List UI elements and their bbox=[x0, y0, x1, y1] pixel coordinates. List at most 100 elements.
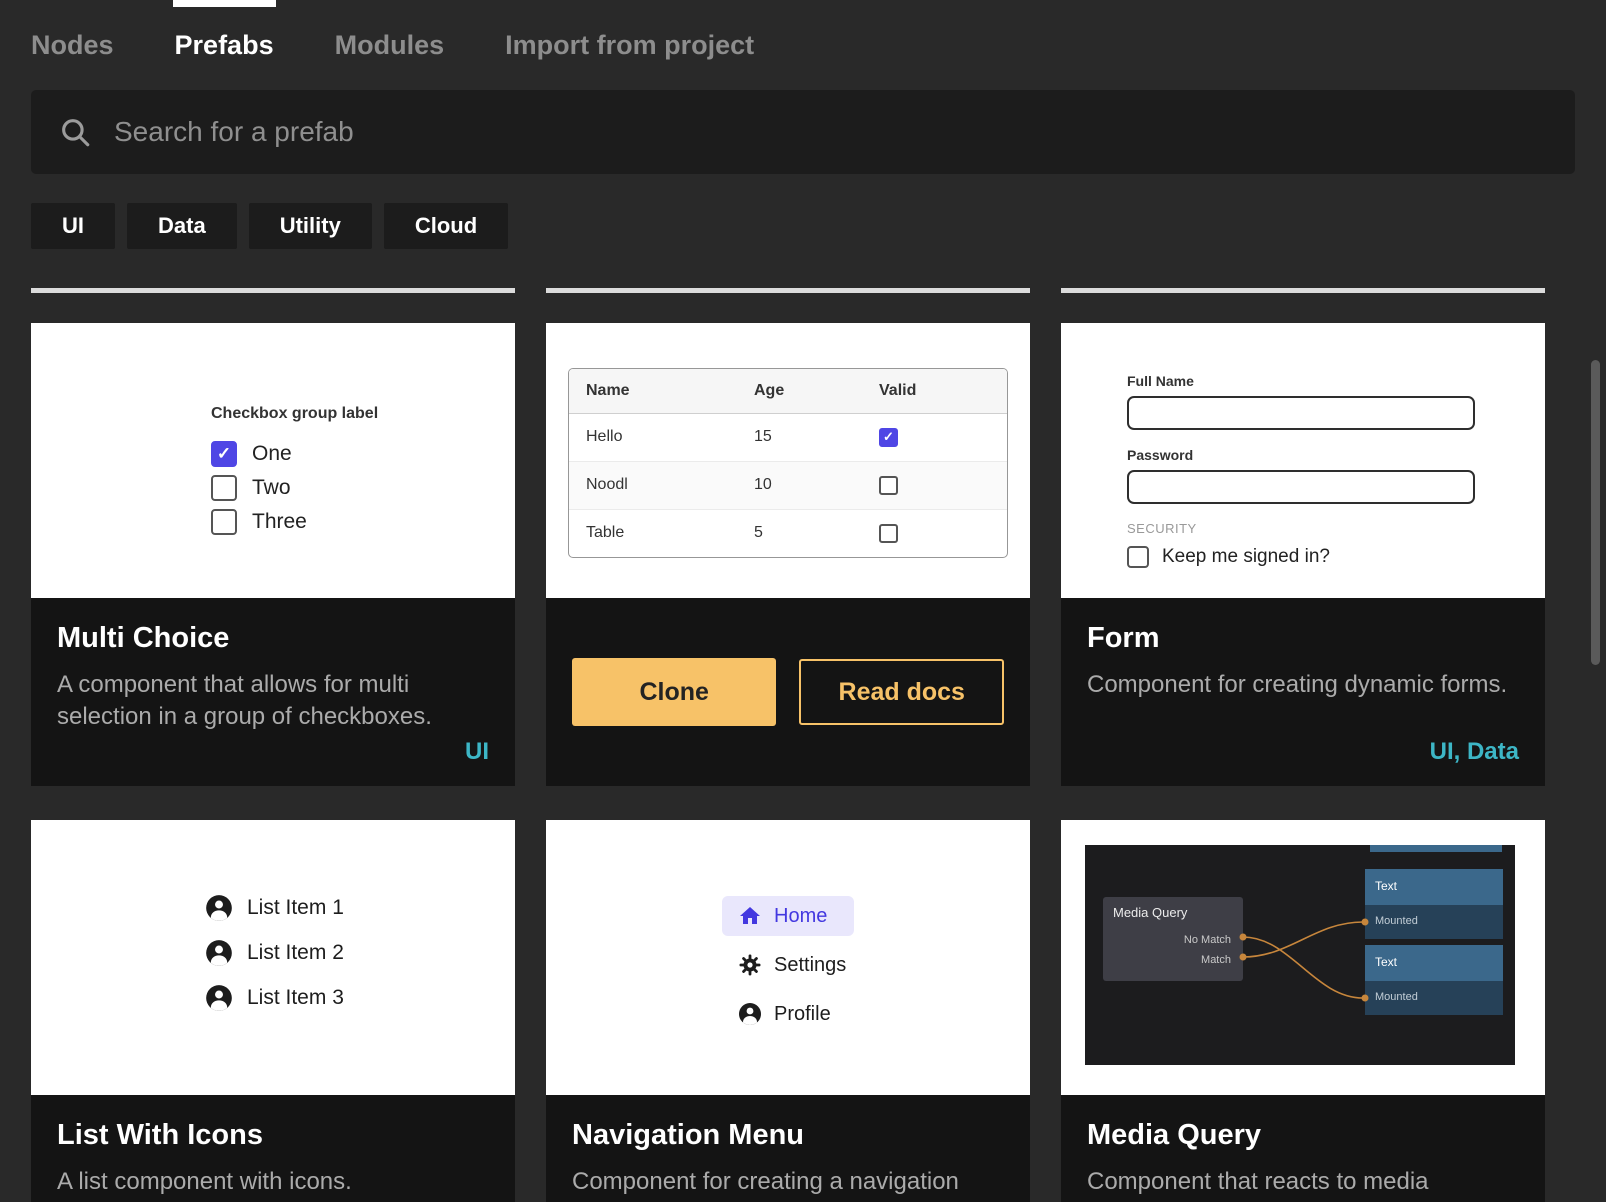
search-bar bbox=[31, 90, 1575, 174]
list-item: List Item 2 bbox=[205, 939, 515, 967]
tab-bar: Nodes Prefabs Modules Import from projec… bbox=[0, 0, 1606, 90]
list-preview: List Item 1 List Item 2 List Item 3 bbox=[31, 820, 515, 1095]
checkbox-option: Two bbox=[211, 471, 515, 505]
checkbox-option: One bbox=[211, 437, 515, 471]
card-caption: Multi Choice A component that allows for… bbox=[31, 598, 515, 786]
list-item-label: List Item 1 bbox=[247, 896, 344, 920]
cell-valid bbox=[862, 461, 1007, 509]
cell-age: 5 bbox=[737, 509, 862, 557]
checkbox-icon bbox=[211, 475, 237, 501]
card-row-1: Checkbox group label One Two Three bbox=[0, 323, 1606, 786]
tab-nodes[interactable]: Nodes bbox=[31, 0, 114, 90]
nav-item-label: Home bbox=[774, 905, 827, 928]
filter-chip-data[interactable]: Data bbox=[127, 203, 237, 249]
search-input[interactable] bbox=[114, 116, 1548, 148]
prefab-card-table[interactable]: Name Age Valid Hello 15 bbox=[546, 323, 1030, 786]
list-item-label: List Item 3 bbox=[247, 986, 344, 1010]
cell-name: Noodl bbox=[569, 461, 737, 509]
node-input-label: Mounted bbox=[1365, 905, 1503, 939]
form-preview: Full Name Password SECURITY Keep me sign… bbox=[1061, 323, 1545, 598]
cell-valid bbox=[862, 509, 1007, 557]
card-caption: Navigation Menu Component for creating a… bbox=[546, 1095, 1030, 1202]
media-query-preview: Media Query No Match Match Text Mounted … bbox=[1061, 820, 1545, 1095]
list-item-label: List Item 2 bbox=[247, 941, 344, 965]
table-row: Hello 15 bbox=[569, 413, 1007, 461]
prefab-card-list-with-icons[interactable]: List Item 1 List Item 2 List Item 3 bbox=[31, 820, 515, 1202]
card-title: Multi Choice bbox=[57, 622, 489, 655]
multi-choice-preview: Checkbox group label One Two Three bbox=[31, 323, 515, 598]
card-tags: UI bbox=[465, 738, 489, 766]
checkbox-icon bbox=[879, 524, 898, 543]
card-title: Form bbox=[1087, 622, 1519, 655]
nav-item-label: Settings bbox=[774, 954, 846, 977]
card-caption: List With Icons A list component with ic… bbox=[31, 1095, 515, 1202]
cell-age: 15 bbox=[737, 413, 862, 461]
filter-chip-utility[interactable]: Utility bbox=[249, 203, 372, 249]
person-icon bbox=[738, 1002, 762, 1026]
card-description: Component for creating dynamic forms. bbox=[1087, 669, 1519, 701]
media-query-node: Media Query No Match Match bbox=[1103, 897, 1243, 981]
cell-name: Hello bbox=[569, 413, 737, 461]
card-tags: UI, Data bbox=[1430, 738, 1519, 766]
output-port-label: Match bbox=[1103, 950, 1243, 970]
list-item: List Item 1 bbox=[205, 894, 515, 922]
filter-chips: UI Data Utility Cloud bbox=[0, 203, 1606, 249]
card-row-2: List Item 1 List Item 2 List Item 3 bbox=[0, 820, 1606, 1202]
prefab-card-multi-choice[interactable]: Checkbox group label One Two Three bbox=[31, 323, 515, 786]
text-node: Text Mounted bbox=[1365, 945, 1503, 1015]
cell-valid bbox=[862, 413, 1007, 461]
field-label: Password bbox=[1127, 447, 1545, 463]
card-hover-actions: Clone Read docs bbox=[546, 598, 1030, 786]
tab-import-from-project[interactable]: Import from project bbox=[505, 0, 754, 90]
tab-modules[interactable]: Modules bbox=[335, 0, 445, 90]
table-header-valid: Valid bbox=[862, 369, 1007, 413]
tab-prefabs[interactable]: Prefabs bbox=[175, 0, 274, 90]
person-icon bbox=[205, 894, 233, 922]
card-edge bbox=[546, 288, 1030, 293]
search-icon bbox=[58, 115, 92, 149]
node-graph-screenshot: Media Query No Match Match Text Mounted … bbox=[1085, 845, 1515, 1065]
output-port-label: No Match bbox=[1103, 930, 1243, 950]
table-header-age: Age bbox=[737, 369, 862, 413]
filter-chip-ui[interactable]: UI bbox=[31, 203, 115, 249]
scrollbar-thumb[interactable] bbox=[1591, 360, 1600, 665]
table-row: Noodl 10 bbox=[569, 461, 1007, 509]
nav-item-settings: Settings bbox=[722, 945, 854, 985]
node-title: Text bbox=[1365, 945, 1503, 981]
cell-name: Table bbox=[569, 509, 737, 557]
filter-chip-cloud[interactable]: Cloud bbox=[384, 203, 508, 249]
card-title: Navigation Menu bbox=[572, 1119, 1004, 1152]
node-input-label: Mounted bbox=[1365, 981, 1503, 1015]
person-icon bbox=[205, 984, 233, 1012]
card-title: List With Icons bbox=[57, 1119, 489, 1152]
nav-item-profile: Profile bbox=[722, 994, 854, 1034]
card-description: A list component with icons. bbox=[57, 1166, 489, 1198]
read-docs-button[interactable]: Read docs bbox=[799, 659, 1004, 725]
checkbox-label: Keep me signed in? bbox=[1162, 546, 1330, 568]
table-header-name: Name bbox=[569, 369, 737, 413]
navigation-preview: Home Settings Profile bbox=[546, 820, 1030, 1095]
node-title: Media Query bbox=[1103, 905, 1243, 920]
keep-signed-in-row: Keep me signed in? bbox=[1127, 546, 1545, 568]
previous-row-edge bbox=[0, 288, 1606, 293]
person-icon bbox=[205, 939, 233, 967]
prefab-card-form[interactable]: Full Name Password SECURITY Keep me sign… bbox=[1061, 323, 1545, 786]
data-table: Name Age Valid Hello 15 bbox=[568, 368, 1008, 558]
nav-item-label: Profile bbox=[774, 1003, 831, 1026]
card-title: Media Query bbox=[1087, 1119, 1519, 1152]
checkbox-icon bbox=[211, 509, 237, 535]
table-row: Table 5 bbox=[569, 509, 1007, 557]
card-edge bbox=[31, 288, 515, 293]
clone-button[interactable]: Clone bbox=[572, 658, 776, 726]
prefab-browser: Nodes Prefabs Modules Import from projec… bbox=[0, 0, 1606, 1202]
card-description: A component that allows for multi select… bbox=[57, 669, 489, 732]
prefab-card-media-query[interactable]: Media Query No Match Match Text Mounted … bbox=[1061, 820, 1545, 1202]
prefab-card-navigation-menu[interactable]: Home Settings Profile bbox=[546, 820, 1030, 1202]
option-label: Two bbox=[252, 476, 291, 500]
checkbox-group-label: Checkbox group label bbox=[211, 405, 515, 423]
field-label: Full Name bbox=[1127, 373, 1545, 389]
card-description: Component that reacts to media queries. bbox=[1087, 1166, 1519, 1202]
card-description: Component for creating a navigation menu… bbox=[572, 1166, 1004, 1202]
home-icon bbox=[738, 904, 762, 928]
gear-icon bbox=[738, 953, 762, 977]
